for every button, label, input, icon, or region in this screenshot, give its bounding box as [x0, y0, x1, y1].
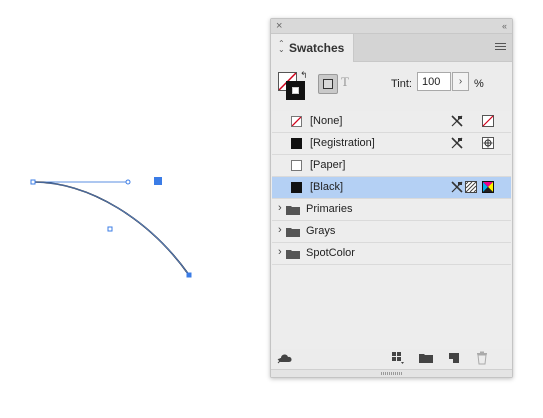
- chevron-right-icon[interactable]: ›: [278, 246, 282, 258]
- cmyk-icon: [482, 181, 494, 193]
- no-edit-icon: [451, 181, 463, 193]
- formatting-affects-text-button[interactable]: T: [341, 74, 349, 90]
- delete-swatch-icon[interactable]: [476, 351, 488, 365]
- tab-expand-icon[interactable]: ⌃ ⌄: [278, 40, 285, 54]
- swatch-list[interactable]: [None] [Registration] [Paper] [Black] › …: [272, 111, 511, 349]
- panel-tab-row: ⌃ ⌄ Swatches: [271, 34, 512, 62]
- tint-label: Tint:: [391, 78, 412, 90]
- swatch-group-spotcolor[interactable]: › SpotColor: [272, 243, 511, 265]
- no-edit-icon: [451, 137, 463, 149]
- center-point[interactable]: [107, 226, 113, 232]
- chevron-right-icon[interactable]: ›: [278, 202, 282, 214]
- black-chip: [291, 138, 302, 149]
- swatches-panel: × ‹‹ ⌃ ⌄ Swatches ↰ T Tint: 100 › % [Non…: [270, 18, 513, 378]
- content-grabber[interactable]: [154, 177, 162, 185]
- stroke-black-swatch[interactable]: [286, 81, 305, 100]
- new-color-group-icon[interactable]: [419, 351, 433, 365]
- tab-swatches[interactable]: ⌃ ⌄ Swatches: [271, 34, 354, 62]
- swatch-row-registration[interactable]: [Registration]: [272, 133, 511, 155]
- direction-handle-point[interactable]: [125, 179, 131, 185]
- bezier-path-graphic[interactable]: [0, 0, 268, 418]
- panel-resize-gripper[interactable]: [271, 369, 512, 377]
- folder-icon: [286, 206, 300, 215]
- group-name: Primaries: [306, 203, 353, 215]
- swatch-group-grays[interactable]: › Grays: [272, 221, 511, 243]
- tab-label: Swatches: [289, 41, 345, 55]
- swatch-name: [Paper]: [310, 159, 346, 171]
- tint-dropdown-button[interactable]: ›: [452, 72, 469, 91]
- close-icon[interactable]: ×: [276, 19, 282, 33]
- white-chip: [291, 160, 302, 171]
- chevron-right-icon[interactable]: ›: [278, 224, 282, 236]
- group-name: Grays: [306, 225, 336, 237]
- group-name: SpotColor: [306, 247, 355, 259]
- formatting-affects-container-button[interactable]: [318, 74, 338, 94]
- anchor-point-start[interactable]: [30, 179, 36, 185]
- no-edit-icon: [451, 115, 463, 127]
- swatch-name: [Black]: [310, 181, 344, 193]
- none-chip: [291, 116, 302, 127]
- swatch-row-black[interactable]: [Black]: [272, 177, 511, 199]
- none-type-icon: [482, 115, 494, 127]
- anchor-point-end[interactable]: [186, 272, 192, 278]
- folder-icon: [286, 228, 300, 237]
- panel-titlebar[interactable]: × ‹‹: [271, 19, 512, 34]
- swatch-name: [Registration]: [310, 137, 375, 149]
- registration-icon: [482, 137, 494, 149]
- show-swatch-kinds-icon[interactable]: [391, 351, 405, 365]
- new-swatch-icon[interactable]: [448, 351, 460, 365]
- document-canvas[interactable]: [0, 0, 268, 418]
- swatch-name: [None]: [310, 115, 343, 127]
- tint-percent-label: %: [474, 78, 484, 90]
- process-color-icon: [465, 181, 477, 193]
- swatch-row-none[interactable]: [None]: [272, 111, 511, 133]
- black-chip: [291, 182, 302, 193]
- swatch-controls: ↰ T Tint: 100 › %: [271, 62, 512, 112]
- collapse-panel-icon[interactable]: ‹‹: [502, 19, 507, 33]
- panel-menu-icon[interactable]: [495, 43, 506, 52]
- cc-libraries-icon[interactable]: [277, 351, 295, 365]
- panel-bottom-toolbar: [271, 346, 512, 370]
- swatch-group-primaries[interactable]: › Primaries: [272, 199, 511, 221]
- tint-input[interactable]: 100: [417, 72, 451, 91]
- swap-fill-stroke-icon[interactable]: ↰: [300, 70, 308, 81]
- fill-stroke-proxy[interactable]: ↰: [278, 70, 308, 100]
- folder-icon: [286, 250, 300, 259]
- swatch-row-paper[interactable]: [Paper]: [272, 155, 511, 177]
